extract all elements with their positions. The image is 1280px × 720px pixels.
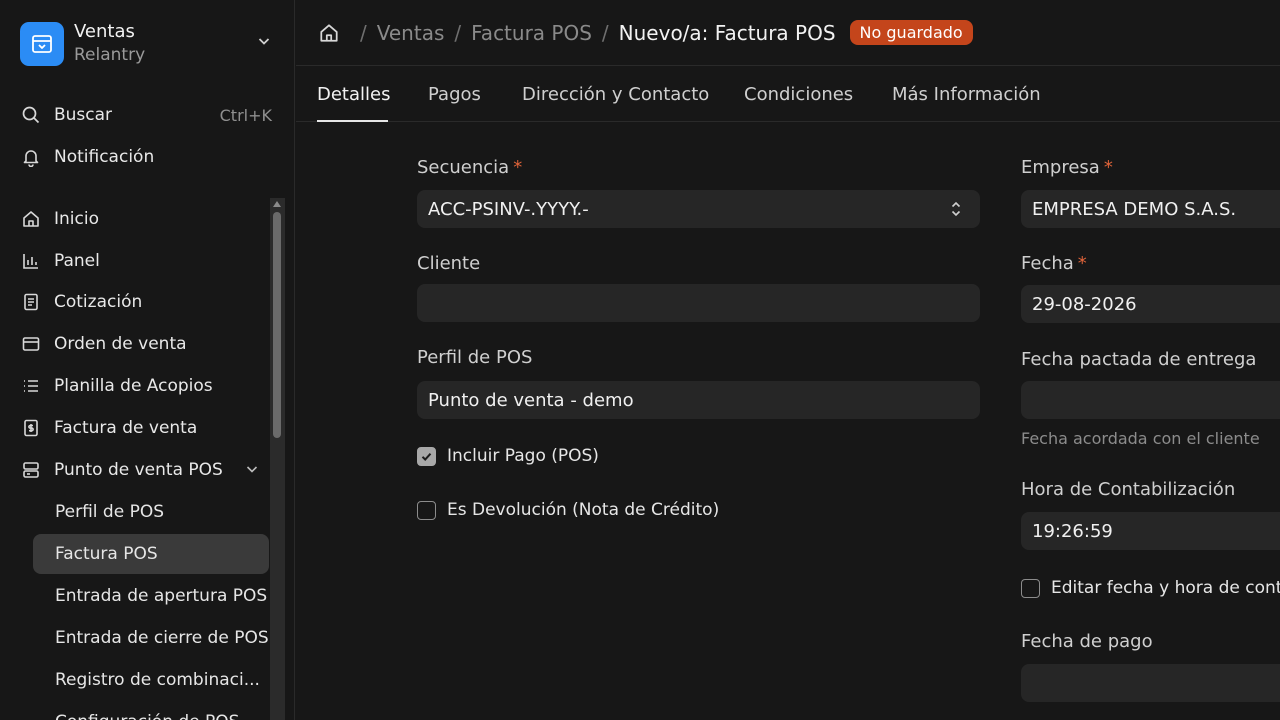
sidebar-subitem-label: Entrada de cierre de POS [55, 628, 269, 648]
notifications-label: Notificación [54, 147, 155, 167]
es-devolucion-checkbox-row[interactable]: Es Devolución (Nota de Crédito) [417, 500, 719, 520]
perfil-pos-field[interactable]: Punto de venta - demo [417, 381, 980, 419]
secuencia-label: Secuencia * [417, 157, 523, 178]
fecha-entrega-field[interactable] [1021, 381, 1280, 419]
app-name: Ventas [74, 21, 135, 42]
document-icon [20, 291, 42, 313]
incluir-pago-checkbox[interactable] [417, 446, 436, 466]
perfil-pos-label: Perfil de POS [417, 347, 533, 368]
hora-field[interactable]: 19:26:59 [1021, 512, 1280, 550]
hora-label: Hora de Contabilización [1021, 479, 1236, 500]
app-logo [20, 22, 64, 66]
sidebar-item-punto-venta-pos[interactable]: Punto de venta POS [20, 452, 276, 488]
search-icon [20, 104, 42, 126]
active-tab-indicator [317, 120, 388, 122]
cliente-field[interactable] [417, 284, 980, 322]
bar-chart-icon [20, 250, 42, 272]
breadcrumb-ventas[interactable]: Ventas [377, 21, 445, 45]
sidebar-item-label: Orden de venta [54, 334, 187, 354]
search-label: Buscar [54, 105, 113, 125]
sidebar-item-panel[interactable]: Panel [20, 243, 276, 279]
fecha-label: Fecha * [1021, 253, 1087, 274]
breadcrumb-factura-pos[interactable]: Factura POS [471, 21, 592, 45]
sidebar-item-label: Panel [54, 251, 100, 271]
sidebar-subitem-label: Registro de combinaci... [55, 670, 260, 690]
secuencia-select[interactable]: ACC-PSINV-.YYYY.- [417, 190, 980, 228]
breadcrumb-separator: / [454, 20, 462, 45]
sidebar-subitem-configuracion-pos[interactable]: Configuración de POS [33, 702, 269, 720]
app-subtitle: Relantry [74, 45, 146, 65]
invoice-icon [20, 417, 42, 439]
sidebar-subitem-label: Configuración de POS [55, 712, 239, 720]
bell-icon [20, 146, 42, 168]
tab-condiciones[interactable]: Condiciones [744, 84, 853, 105]
sidebar-subitem-perfil-pos[interactable]: Perfil de POS [33, 492, 269, 532]
sidebar-subitem-label: Factura POS [55, 544, 158, 564]
list-icon [20, 375, 42, 397]
sidebar-item-label: Planilla de Acopios [54, 376, 213, 396]
scroll-up-icon[interactable] [273, 201, 281, 207]
fecha-field[interactable]: 29-08-2026 [1021, 285, 1280, 323]
sidebar-subitem-registro-combinacion[interactable]: Registro de combinaci... [33, 660, 269, 700]
select-arrows-icon [950, 199, 962, 224]
sidebar-item-inicio[interactable]: Inicio [20, 201, 276, 237]
sidebar-item-orden-venta[interactable]: Orden de venta [20, 326, 276, 362]
fecha-pago-field[interactable] [1021, 664, 1280, 702]
sidebar-item-label: Punto de venta POS [54, 460, 223, 480]
tab-pagos[interactable]: Pagos [428, 84, 481, 105]
breadcrumb-separator: / [601, 20, 609, 45]
sidebar-item-label: Factura de venta [54, 418, 198, 438]
tab-direccion-contacto[interactable]: Dirección y Contacto [522, 84, 709, 105]
editar-fecha-checkbox[interactable] [1021, 578, 1040, 598]
sidebar-subitem-label: Perfil de POS [55, 502, 165, 522]
sidebar-item-label: Inicio [54, 209, 99, 229]
chevron-down-icon[interactable] [244, 461, 260, 482]
es-devolucion-label: Es Devolución (Nota de Crédito) [447, 500, 720, 520]
fecha-entrega-label: Fecha pactada de entrega [1021, 349, 1257, 370]
incluir-pago-label: Incluir Pago (POS) [447, 446, 599, 466]
fecha-entrega-help: Fecha acordada con el cliente [1021, 429, 1260, 448]
app-switcher[interactable]: Ventas Relantry [20, 18, 282, 70]
search-shortcut: Ctrl+K [219, 105, 272, 125]
status-badge: No guardado [849, 20, 973, 45]
sidebar-item-label: Cotización [54, 292, 143, 312]
sidebar-scrollbar[interactable] [270, 198, 285, 720]
sidebar-item-cotizacion[interactable]: Cotización [20, 284, 276, 320]
editar-fecha-checkbox-row[interactable]: Editar fecha y hora de cont [1021, 578, 1280, 598]
home-icon[interactable] [318, 22, 340, 44]
incluir-pago-checkbox-row[interactable]: Incluir Pago (POS) [417, 446, 599, 466]
tab-detalles[interactable]: Detalles [317, 84, 390, 105]
cliente-label: Cliente [417, 253, 481, 274]
chevron-down-icon[interactable] [256, 33, 272, 53]
sidebar-item-planilla-acopios[interactable]: Planilla de Acopios [20, 368, 276, 404]
sidebar-subitem-label: Entrada de apertura POS [55, 586, 268, 606]
page-title: Nuevo/a: Factura POS [618, 20, 836, 45]
breadcrumb: / Ventas / Factura POS / Nuevo/a: Factur… [296, 0, 1280, 66]
tab-mas-informacion[interactable]: Más Información [892, 84, 1041, 105]
search-button[interactable]: Buscar Ctrl+K [20, 97, 276, 133]
empresa-label: Empresa * [1021, 157, 1113, 178]
es-devolucion-checkbox[interactable] [417, 500, 436, 520]
sidebar-subitem-factura-pos[interactable]: Factura POS [33, 534, 269, 574]
pos-icon [20, 459, 42, 481]
scrollbar-thumb[interactable] [273, 212, 281, 438]
tab-bar: Detalles Pagos Dirección y Contacto Cond… [296, 66, 1280, 122]
breadcrumb-separator: / [360, 20, 367, 45]
home-icon [20, 208, 42, 230]
sidebar-subitem-entrada-cierre[interactable]: Entrada de cierre de POS [33, 618, 269, 658]
card-icon [20, 333, 42, 355]
fecha-pago-label: Fecha de pago [1021, 631, 1153, 652]
sidebar-item-factura-venta[interactable]: Factura de venta [20, 410, 276, 446]
notifications-button[interactable]: Notificación [20, 139, 276, 175]
empresa-field[interactable]: EMPRESA DEMO S.A.S. [1021, 190, 1280, 228]
editar-fecha-label: Editar fecha y hora de cont [1051, 578, 1280, 598]
sidebar-subitem-entrada-apertura[interactable]: Entrada de apertura POS [33, 576, 269, 616]
sidebar: Ventas Relantry Buscar Ctrl+K Notificaci… [0, 0, 295, 720]
